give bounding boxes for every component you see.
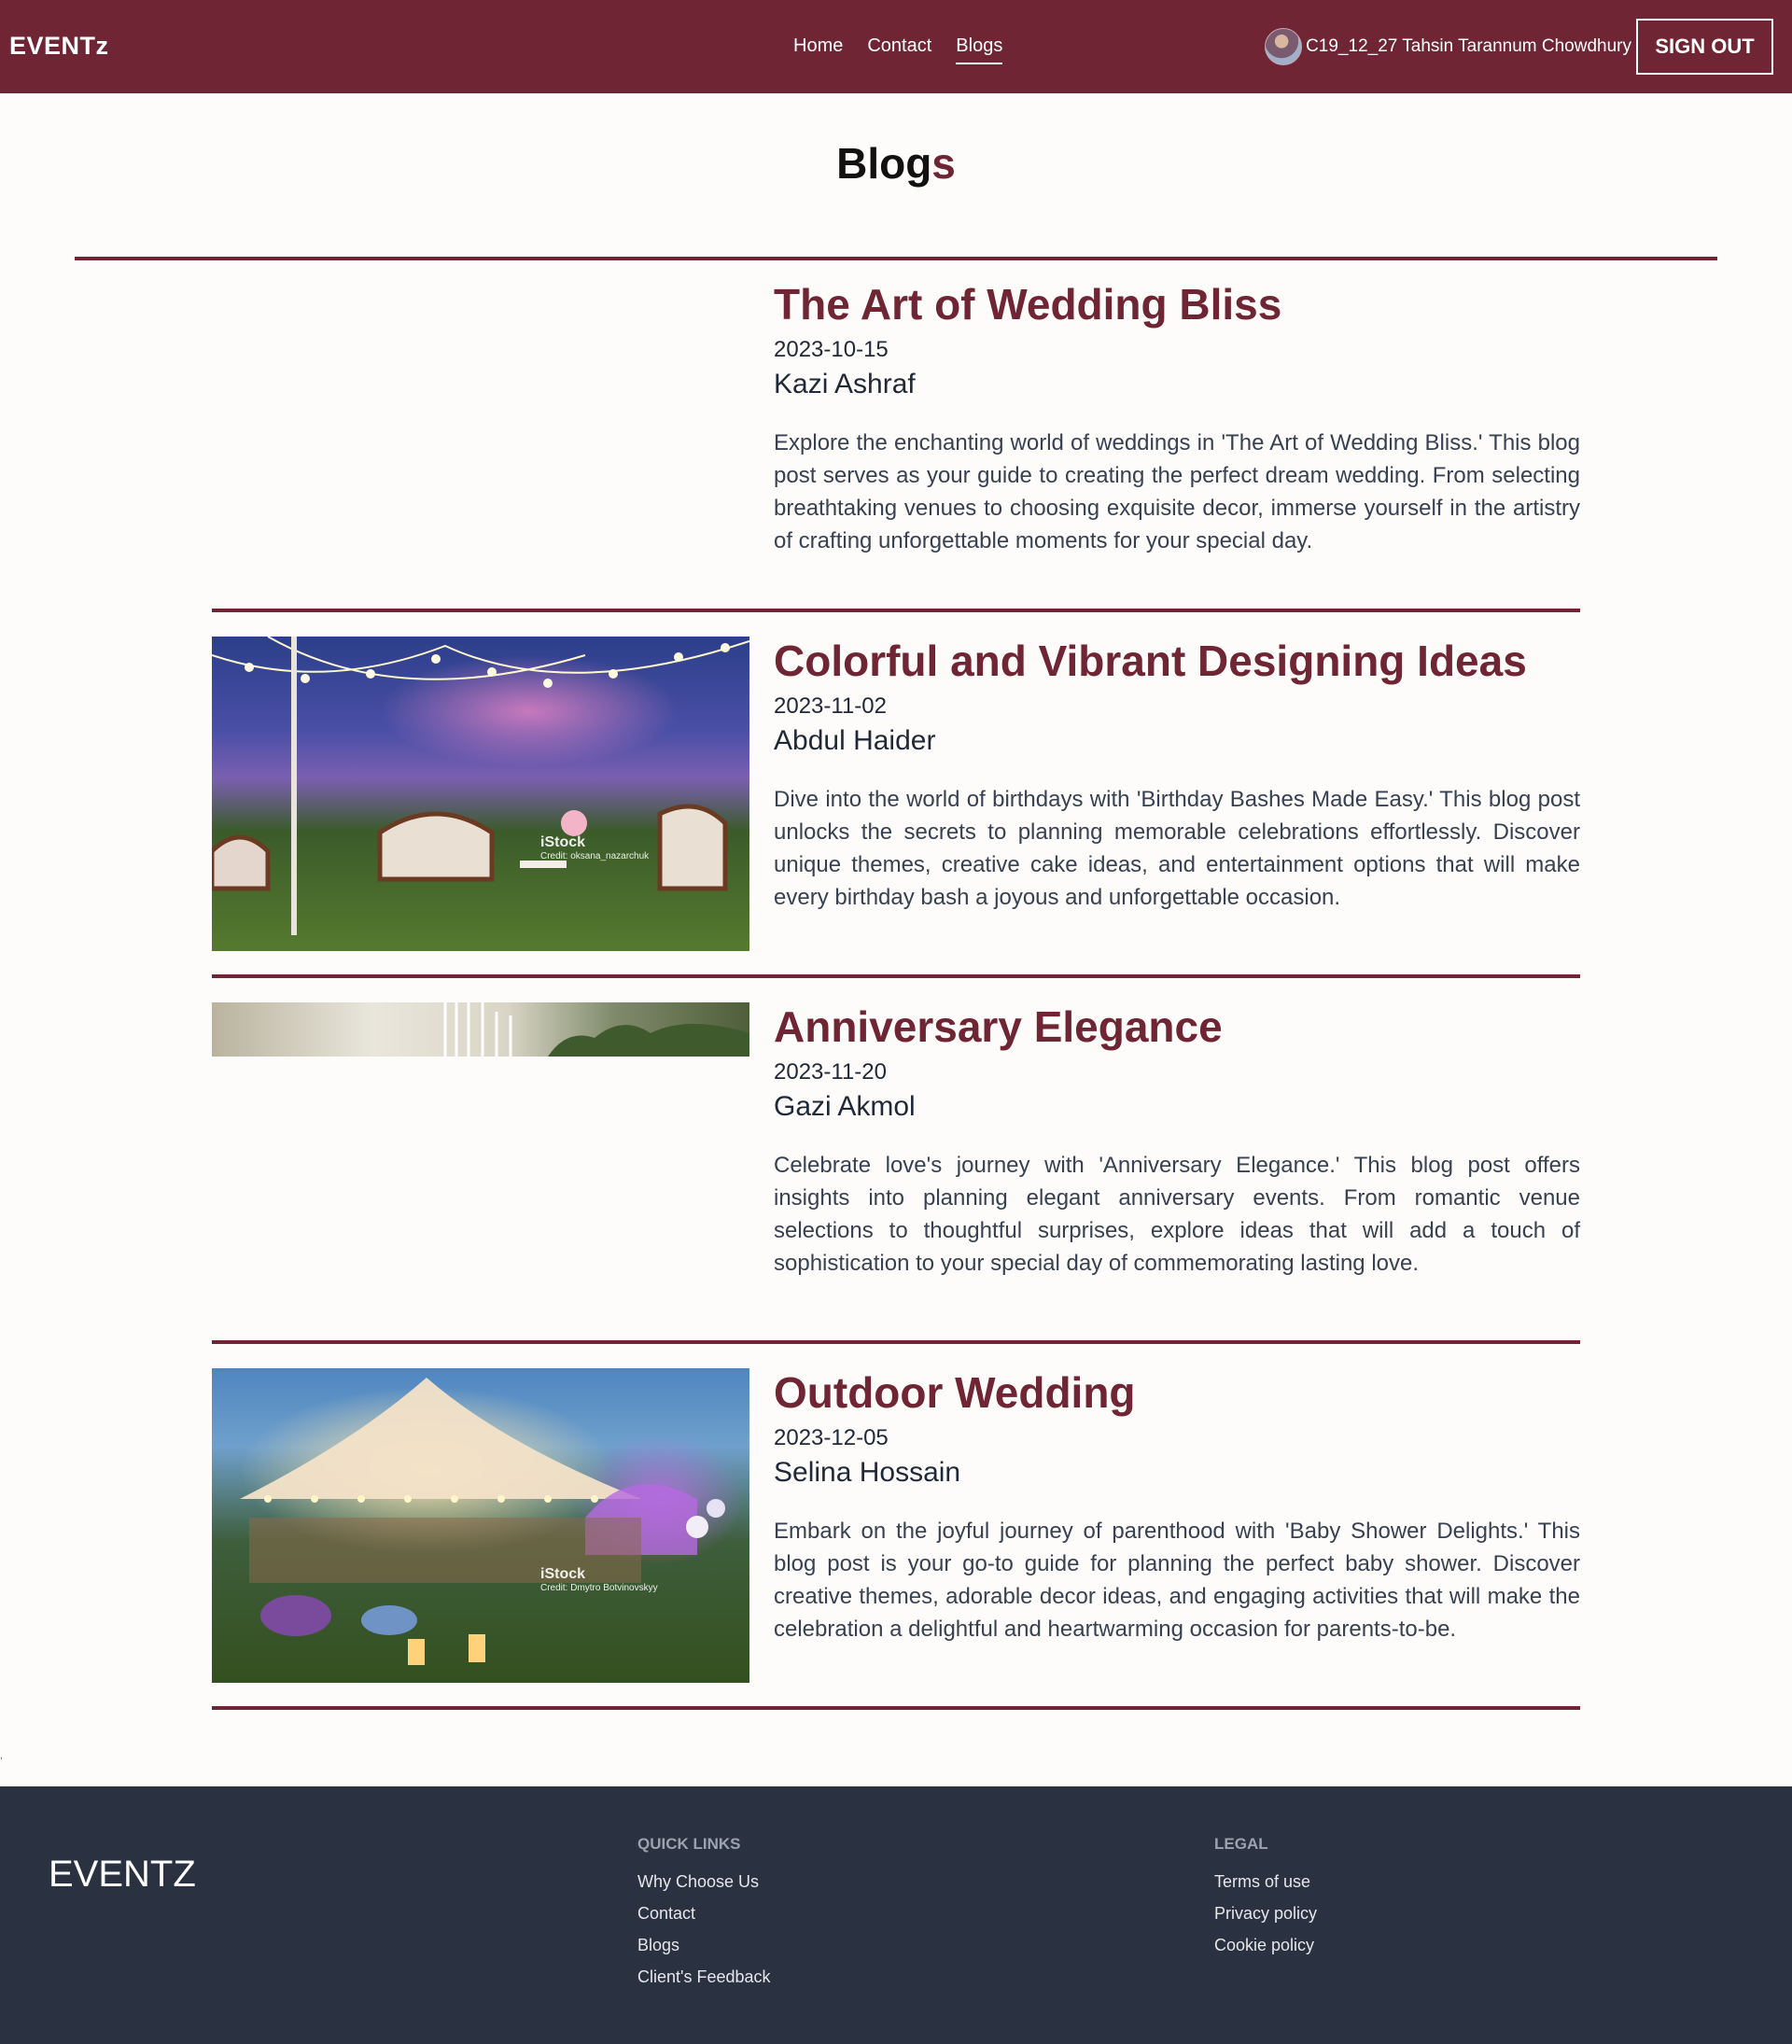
blog-date: 2023-10-15 (774, 336, 889, 362)
navbar: EVENTz Home Contact Blogs C19_12_27 Tahs… (0, 0, 1792, 93)
blog-image: iStock Credit: oksana_nazarchuk (212, 637, 749, 951)
blog-body: Outdoor Wedding 2023-12-05 Selina Hossai… (774, 1368, 1580, 1645)
blog-card: Anniversary Elegance 2023-11-20 Gazi Akm… (212, 1002, 1580, 1320)
blog-card: iStock Credit: oksana_nazarchuk Colorful … (212, 637, 1580, 954)
footer-link-why-choose-us[interactable]: Why Choose Us (637, 1872, 771, 1892)
footer-link-privacy[interactable]: Privacy policy (1214, 1904, 1317, 1924)
footer-link-terms[interactable]: Terms of use (1214, 1872, 1317, 1892)
stray-mark: , (0, 1751, 3, 1761)
footer-quick-links: QUICK LINKS Why Choose Us Contact Blogs … (637, 1835, 771, 1999)
footer-link-blogs[interactable]: Blogs (637, 1936, 771, 1955)
title-divider (75, 257, 1717, 260)
blog-excerpt: Explore the enchanting world of weddings… (774, 429, 1580, 553)
blog-body: Anniversary Elegance 2023-11-20 Gazi Akm… (774, 1002, 1580, 1280)
page-title-main: Blog (836, 139, 932, 188)
istock-watermark: iStock Credit: oksana_nazarchuk (540, 834, 649, 861)
user-name: C19_12_27 Tahsin Tarannum Chowdhury (1306, 36, 1631, 56)
avatar[interactable] (1265, 28, 1303, 65)
blog-author: Gazi Akmol (774, 1090, 916, 1122)
blog-body: Colorful and Vibrant Designing Ideas 202… (774, 637, 1580, 914)
istock-label: iStock (540, 834, 586, 850)
istock-watermark: iStock Credit: Dmytro Botvinovskyy (540, 1566, 658, 1593)
blog-date: 2023-11-20 (774, 1058, 887, 1085)
footer-link-cookie[interactable]: Cookie policy (1214, 1936, 1317, 1955)
blog-image (212, 1002, 749, 1057)
sign-out-button[interactable]: SIGN OUT (1636, 19, 1773, 75)
blog-date: 2023-11-02 (774, 693, 887, 719)
blog-image: iStock Credit: Dmytro Botvinovskyy (212, 1368, 749, 1683)
blog-card: iStock Credit: Dmytro Botvinovskyy Outdoo… (212, 1368, 1580, 1686)
page-title: Blogs (0, 138, 1792, 189)
tent-illustration (240, 1378, 725, 1665)
blog-title[interactable]: Anniversary Elegance (774, 1002, 1580, 1052)
blog-title[interactable]: The Art of Wedding Bliss (774, 280, 1580, 329)
nav-link-contact[interactable]: Contact (867, 35, 931, 64)
blog-body: The Art of Wedding Bliss 2023-10-15 Kazi… (774, 280, 1580, 557)
partial-image-illustration (443, 1002, 749, 1057)
nav-links: Home Contact Blogs (793, 35, 1003, 64)
footer-link-clients-feedback[interactable]: Client's Feedback (637, 1967, 771, 1987)
blog-date: 2023-12-05 (774, 1424, 889, 1450)
blog-author: Kazi Ashraf (774, 368, 916, 399)
blog-divider (212, 1706, 1580, 1710)
footer: EVENTZ QUICK LINKS Why Choose Us Contact… (0, 1786, 1792, 2044)
footer-link-contact[interactable]: Contact (637, 1904, 771, 1924)
nav-link-blogs[interactable]: Blogs (956, 35, 1003, 64)
nav-link-home[interactable]: Home (793, 35, 843, 64)
blog-title[interactable]: Colorful and Vibrant Designing Ideas (774, 637, 1580, 686)
footer-brand[interactable]: EVENTZ (49, 1854, 196, 1896)
footer-heading-quick-links: QUICK LINKS (637, 1835, 741, 1853)
blog-excerpt: Dive into the world of birthdays with 'B… (774, 786, 1580, 910)
blog-divider (212, 974, 1580, 978)
brand-logo[interactable]: EVENTz (9, 32, 109, 61)
blog-excerpt: Embark on the joyful journey of parentho… (774, 1518, 1580, 1642)
footer-heading-legal: LEGAL (1214, 1835, 1268, 1853)
footer-legal: LEGAL Terms of use Privacy policy Cookie… (1214, 1835, 1317, 1967)
image-credit: Credit: oksana_nazarchuk (540, 851, 650, 861)
blog-excerpt: Celebrate love's journey with 'Anniversa… (774, 1152, 1580, 1276)
page-title-accent: s (931, 139, 956, 188)
blog-card: The Art of Wedding Bliss 2023-10-15 Kazi… (212, 280, 1580, 597)
blog-title[interactable]: Outdoor Wedding (774, 1368, 1580, 1418)
blog-author: Selina Hossain (774, 1456, 961, 1488)
image-credit: Credit: Dmytro Botvinovskyy (540, 1583, 658, 1593)
user-profile: C19_12_27 Tahsin Tarannum Chowdhury (1265, 28, 1631, 65)
blog-divider (212, 1340, 1580, 1344)
istock-label: iStock (540, 1566, 586, 1582)
string-lights-illustration (212, 637, 749, 935)
blog-divider (212, 609, 1580, 612)
blog-author: Abdul Haider (774, 724, 936, 756)
